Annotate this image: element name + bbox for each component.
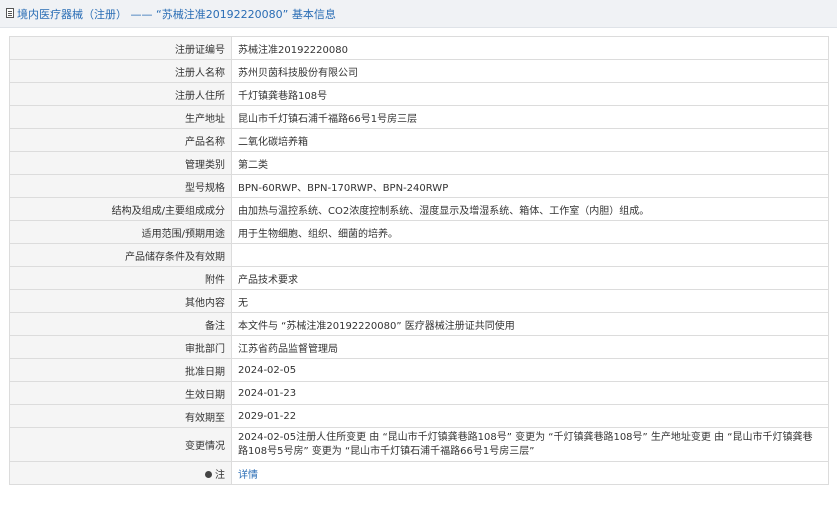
row-label: 注册人名称	[9, 59, 232, 83]
row-label: 备注	[9, 312, 232, 336]
row-value: 二氧化碳培养箱	[231, 128, 829, 152]
detail-label: 注	[9, 461, 232, 485]
row-label: 其他内容	[9, 289, 232, 313]
row-label: 适用范围/预期用途	[9, 220, 232, 244]
row-value: 苏州贝茵科技股份有限公司	[231, 59, 829, 83]
change-row: 变更情况 2024-02-05注册人住所变更 由 “昆山市千灯镇龚巷路108号”…	[9, 427, 829, 462]
table-row: 产品名称 二氧化碳培养箱	[9, 128, 829, 152]
row-value: 2029-01-22	[231, 404, 829, 428]
row-value: 2024-02-05	[231, 358, 829, 382]
document-icon	[6, 8, 14, 18]
table-row: 生产地址 昆山市千灯镇石浦千福路66号1号房三层	[9, 105, 829, 129]
row-value: 由加热与温控系统、CO2浓度控制系统、湿度显示及增湿系统、箱体、工作室（内胆）组…	[231, 197, 829, 221]
change-label: 变更情况	[9, 427, 232, 462]
change-value: 2024-02-05注册人住所变更 由 “昆山市千灯镇龚巷路108号” 变更为 …	[231, 427, 829, 462]
row-value	[231, 243, 829, 267]
row-label: 批准日期	[9, 358, 232, 382]
row-value: BPN-60RWP、BPN-170RWP、BPN-240RWP	[231, 174, 829, 198]
row-value: 苏械注准20192220080	[231, 36, 829, 60]
row-label: 生效日期	[9, 381, 232, 405]
row-label: 产品名称	[9, 128, 232, 152]
detail-row: 注 详情	[9, 461, 829, 485]
detail-value: 详情	[231, 461, 829, 485]
row-value: 用于生物细胞、组织、细菌的培养。	[231, 220, 829, 244]
table-row: 管理类别 第二类	[9, 151, 829, 175]
detail-table: 注册证编号 苏械注准20192220080 注册人名称 苏州贝茵科技股份有限公司…	[9, 36, 829, 485]
table-row: 审批部门 江苏省药品监督管理局	[9, 335, 829, 359]
row-label: 生产地址	[9, 105, 232, 129]
table-row: 有效期至 2029-01-22	[9, 404, 829, 428]
row-value: 第二类	[231, 151, 829, 175]
detail-link[interactable]: 详情	[238, 470, 258, 481]
detail-label-text: 注	[215, 469, 225, 481]
table-row: 注册证编号 苏械注准20192220080	[9, 36, 829, 60]
row-label: 附件	[9, 266, 232, 290]
bulb-icon	[205, 470, 212, 478]
row-label: 型号规格	[9, 174, 232, 198]
row-label: 审批部门	[9, 335, 232, 359]
table-row: 其他内容 无	[9, 289, 829, 313]
table-row: 附件 产品技术要求	[9, 266, 829, 290]
table-row: 生效日期 2024-01-23	[9, 381, 829, 405]
table-row: 批准日期 2024-02-05	[9, 358, 829, 382]
row-value: 本文件与 “苏械注准20192220080” 医疗器械注册证共同使用	[231, 312, 829, 336]
row-value: 无	[231, 289, 829, 313]
row-label: 注册人住所	[9, 82, 232, 106]
row-label: 有效期至	[9, 404, 232, 428]
table-row: 结构及组成/主要组成成分 由加热与温控系统、CO2浓度控制系统、湿度显示及增湿系…	[9, 197, 829, 221]
page-title: 境内医疗器械（注册） —— “苏械注准20192220080” 基本信息	[17, 8, 336, 21]
table-row: 产品储存条件及有效期	[9, 243, 829, 267]
row-value: 产品技术要求	[231, 266, 829, 290]
row-label: 产品储存条件及有效期	[9, 243, 232, 267]
detail-table-container: 注册证编号 苏械注准20192220080 注册人名称 苏州贝茵科技股份有限公司…	[9, 36, 829, 485]
row-value: 昆山市千灯镇石浦千福路66号1号房三层	[231, 105, 829, 129]
table-row: 备注 本文件与 “苏械注准20192220080” 医疗器械注册证共同使用	[9, 312, 829, 336]
row-value: 2024-01-23	[231, 381, 829, 405]
table-row: 适用范围/预期用途 用于生物细胞、组织、细菌的培养。	[9, 220, 829, 244]
table-row: 注册人名称 苏州贝茵科技股份有限公司	[9, 59, 829, 83]
row-label: 结构及组成/主要组成成分	[9, 197, 232, 221]
table-row: 注册人住所 千灯镇龚巷路108号	[9, 82, 829, 106]
row-value: 江苏省药品监督管理局	[231, 335, 829, 359]
row-label: 注册证编号	[9, 36, 232, 60]
row-label: 管理类别	[9, 151, 232, 175]
row-value: 千灯镇龚巷路108号	[231, 82, 829, 106]
page-header: 境内医疗器械（注册） —— “苏械注准20192220080” 基本信息	[0, 0, 837, 28]
table-row: 型号规格 BPN-60RWP、BPN-170RWP、BPN-240RWP	[9, 174, 829, 198]
